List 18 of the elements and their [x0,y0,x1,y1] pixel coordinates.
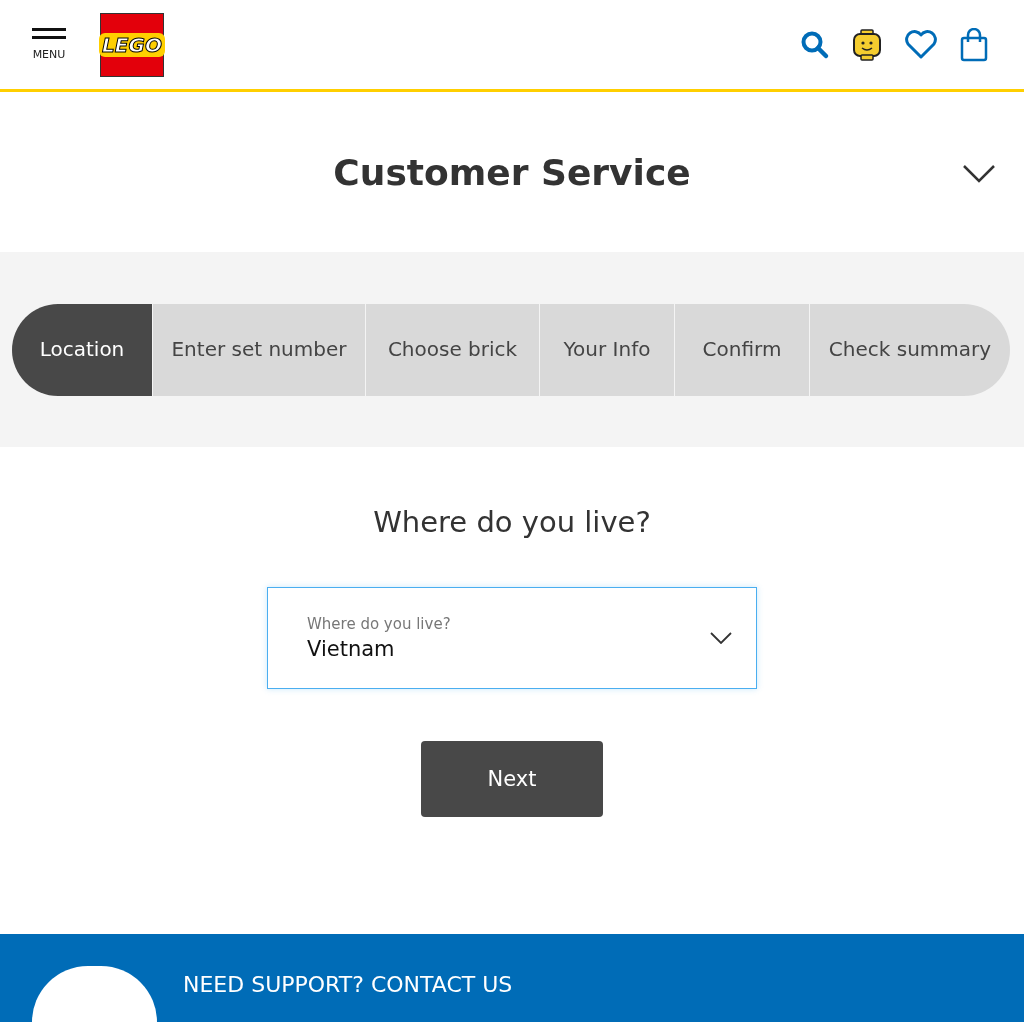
step-tab[interactable]: Location [12,303,152,396]
question-heading: Where do you live? [373,505,651,539]
shopping-bag-icon[interactable] [960,27,988,62]
chevron-icon [710,632,732,644]
country-select[interactable]: Where do you live? Vietnam [267,587,757,689]
next-button[interactable]: Next [421,741,603,817]
step-tab[interactable]: Check summary [810,303,1010,396]
menu-button[interactable]: MENU [32,28,66,61]
chevron-icon[interactable] [962,164,996,184]
step-tab[interactable]: Enter set number [153,303,365,396]
search-icon[interactable] [800,29,830,60]
menu-icon [32,28,66,40]
step-tab[interactable]: Your Info [540,303,674,396]
step-tab[interactable]: Choose brick [366,303,539,396]
heart-icon[interactable] [904,29,938,60]
support-heading[interactable]: NEED SUPPORT? CONTACT US [183,972,513,997]
page-title: Customer Service [333,151,691,193]
step-tab[interactable]: Confirm [675,303,809,396]
